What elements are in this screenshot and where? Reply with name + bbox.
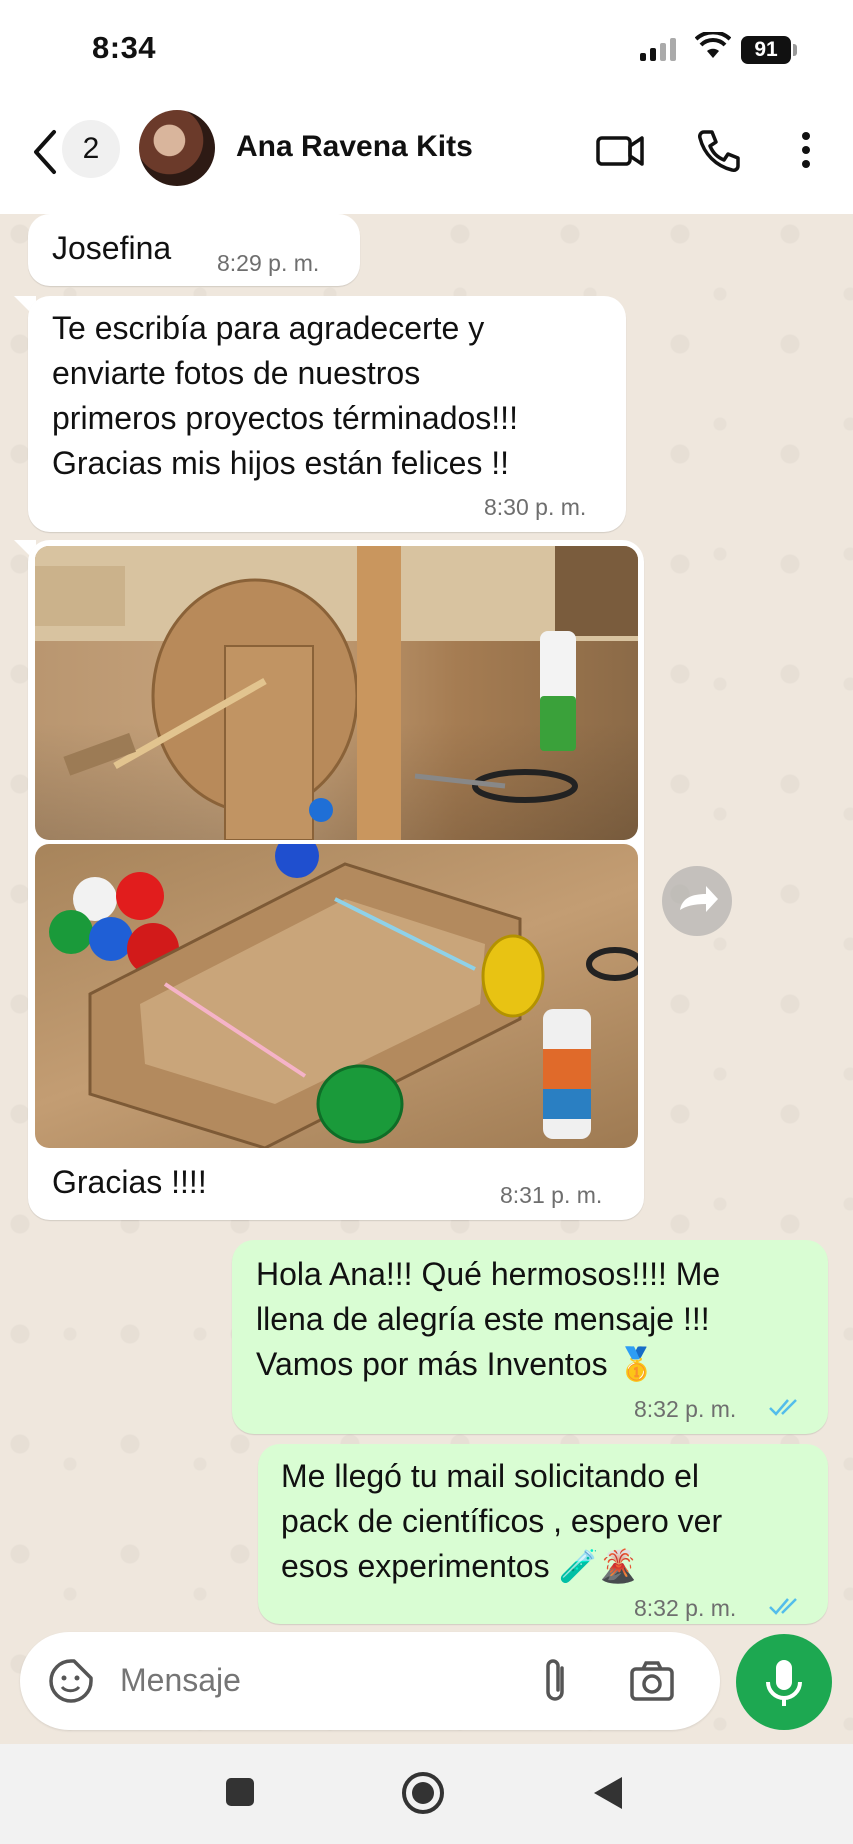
home-icon[interactable]	[400, 1770, 446, 1821]
message-time: 8:29 p. m.	[217, 250, 320, 276]
signal-icon	[640, 38, 680, 61]
message-text: Me llegó tu mail solicitando el pack de …	[281, 1458, 723, 1584]
recent-apps-icon[interactable]	[224, 1776, 256, 1813]
phone-call-icon[interactable]	[692, 124, 744, 176]
back-nav-icon[interactable]	[590, 1774, 626, 1817]
forward-icon[interactable]	[662, 866, 732, 936]
camera-icon[interactable]	[629, 1660, 675, 1707]
message-text: Josefina	[52, 230, 172, 266]
video-call-icon[interactable]	[594, 124, 646, 176]
unread-count-badge[interactable]: 2	[62, 120, 120, 178]
back-arrow-icon[interactable]	[28, 128, 62, 176]
read-receipt-icon	[768, 1595, 804, 1622]
message-time: 8:32 p. m.	[634, 1595, 737, 1621]
microphone-icon	[766, 1660, 802, 1706]
message-time: 8:32 p. m.	[634, 1396, 737, 1422]
photo-cardboard-wheel[interactable]	[35, 546, 638, 840]
battery-icon: 91	[741, 36, 791, 64]
photo-cardboard-car[interactable]	[35, 844, 638, 1148]
message-time: 8:30 p. m.	[484, 494, 587, 520]
attach-icon[interactable]	[538, 1656, 574, 1711]
status-time: 8:34	[92, 30, 157, 65]
contact-name[interactable]: Ana Ravena Kits	[236, 130, 473, 164]
read-receipt-icon	[768, 1396, 804, 1423]
message-text: Te escribía para agradecerte y enviarte …	[52, 310, 518, 481]
microphone-button[interactable]	[736, 1634, 832, 1730]
message-text: Hola Ana!!! Qué hermosos!!!! Me llena de…	[256, 1256, 721, 1382]
battery-cap	[793, 44, 797, 56]
photo-caption: Gracias !!!!	[52, 1164, 207, 1200]
sticker-icon[interactable]	[48, 1658, 94, 1709]
more-options-icon[interactable]	[788, 124, 824, 176]
message-time: 8:31 p. m.	[500, 1182, 603, 1208]
wifi-icon	[694, 30, 732, 65]
message-input[interactable]	[116, 1650, 524, 1710]
contact-avatar[interactable]	[139, 110, 215, 186]
